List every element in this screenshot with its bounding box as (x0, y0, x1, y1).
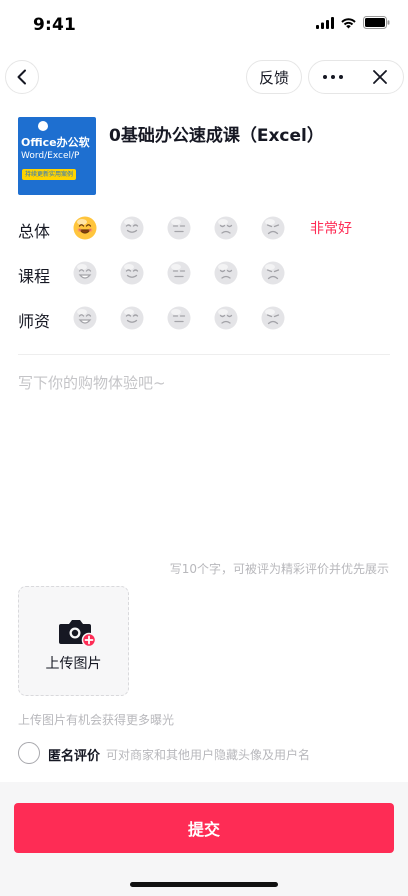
happy-face-icon[interactable] (120, 216, 144, 240)
rating-row-overall: 总体 非常好 (18, 214, 390, 244)
product-title: 0基础办公速成课（Excel） (109, 126, 324, 146)
neutral-face-icon[interactable] (167, 216, 191, 240)
sad-face-icon[interactable] (214, 306, 238, 330)
review-hint: 写10个字，可被评为精彩评价并优先展示 (169, 562, 389, 576)
camera-add-icon (59, 620, 96, 647)
upload-label: 上传图片 (45, 656, 102, 672)
happy-face-icon[interactable] (120, 306, 144, 330)
rating-faces (73, 259, 303, 289)
review-area (18, 372, 390, 547)
close-icon (372, 70, 387, 84)
top-nav: 反馈 (0, 58, 408, 98)
back-button[interactable] (5, 60, 39, 94)
rating-text: 非常好 (310, 221, 352, 237)
neutral-face-icon[interactable] (167, 306, 191, 330)
upload-image-button[interactable]: 上传图片 (18, 586, 129, 696)
very-sad-face-icon[interactable] (261, 261, 285, 285)
battery-icon (363, 16, 390, 29)
product-info: Office办公软 Word/Excel/P 持续更新实用案例 0基础办公速成课… (18, 117, 390, 197)
anonymous-label: 匿名评价 (48, 749, 101, 764)
wifi-icon (341, 17, 356, 28)
product-thumbnail: Office办公软 Word/Excel/P 持续更新实用案例 (18, 117, 96, 195)
anonymous-option[interactable]: 匿名评价 可对商家和其他用户隐藏头像及用户名 (18, 742, 390, 766)
close-button[interactable] (356, 61, 403, 93)
status-icons (316, 16, 390, 29)
rating-label: 课程 (18, 267, 51, 286)
feedback-button[interactable]: 反馈 (246, 60, 302, 94)
neutral-face-icon[interactable] (167, 261, 191, 285)
rating-faces (73, 304, 303, 334)
thumbnail-title: Office办公软 (21, 136, 90, 149)
bottom-bar: 提交 (0, 782, 408, 896)
status-time: 9:41 (33, 15, 77, 35)
very-happy-face-icon[interactable] (73, 261, 97, 285)
happy-face-icon[interactable] (120, 261, 144, 285)
cellular-signal-icon (316, 16, 334, 29)
sad-face-icon[interactable] (214, 261, 238, 285)
very-sad-face-icon[interactable] (261, 306, 285, 330)
rating-faces (73, 214, 303, 244)
status-bar: 9:41 (0, 0, 408, 48)
rating-label: 总体 (18, 222, 51, 241)
anonymous-radio[interactable] (18, 742, 40, 764)
more-button[interactable] (309, 61, 356, 93)
course-logo-icon (38, 121, 48, 131)
very-happy-face-icon[interactable] (73, 216, 97, 240)
home-indicator (130, 882, 278, 887)
more-dots-icon (322, 75, 343, 79)
submit-button[interactable]: 提交 (14, 803, 394, 853)
review-input[interactable] (18, 372, 390, 547)
thumbnail-tag: 持续更新实用案例 (22, 169, 77, 180)
chevron-left-icon (17, 69, 26, 85)
anonymous-description: 可对商家和其他用户隐藏头像及用户名 (106, 748, 311, 762)
menu-capsule (308, 60, 404, 94)
rating-row-course: 课程 (18, 259, 390, 289)
thumbnail-subtitle: Word/Excel/P (21, 151, 80, 161)
very-happy-face-icon[interactable] (73, 306, 97, 330)
divider (18, 354, 390, 355)
rating-label: 师资 (18, 312, 51, 331)
rating-row-teacher: 师资 (18, 304, 390, 334)
very-sad-face-icon[interactable] (261, 216, 285, 240)
sad-face-icon[interactable] (214, 216, 238, 240)
upload-tip: 上传图片有机会获得更多曝光 (18, 713, 175, 727)
